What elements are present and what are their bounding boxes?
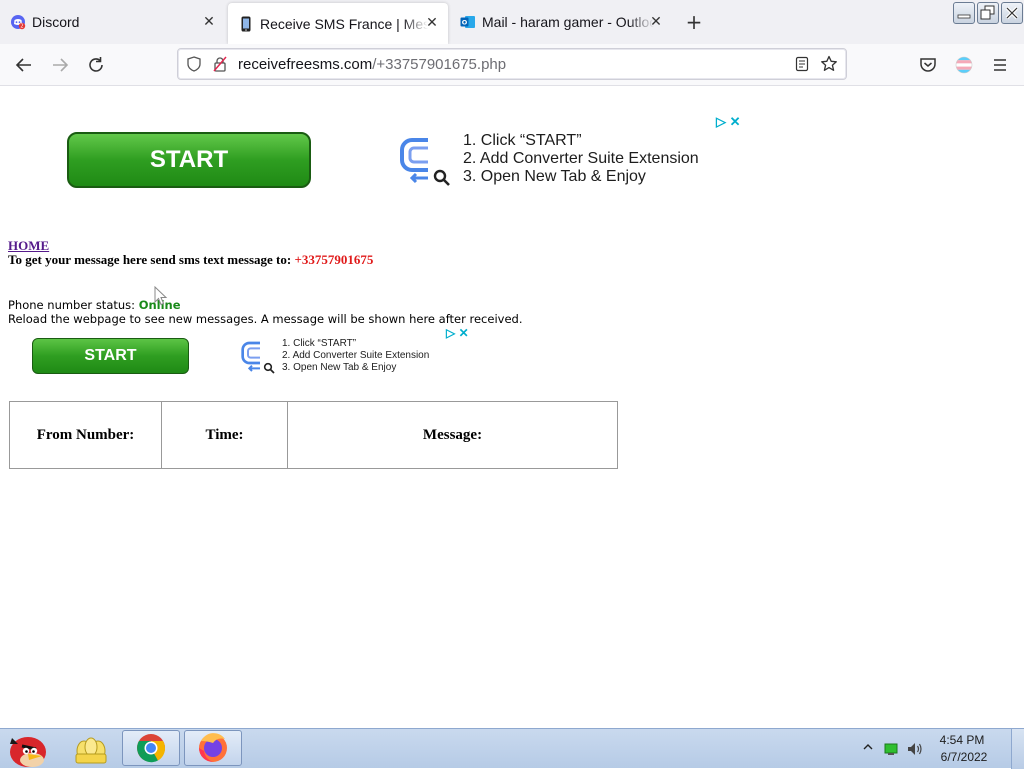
ad-choices[interactable]: ▷ ✕ <box>446 326 469 340</box>
ad-step: 1. Click “START” <box>282 338 357 349</box>
address-bar[interactable]: receivefreesms.com/+33757901675.php <box>177 48 847 80</box>
phone-number: +33757901675 <box>294 252 374 267</box>
outlook-icon: O <box>460 16 475 28</box>
start-button[interactable] <box>2 730 52 767</box>
ad-choices[interactable]: ▷ ✕ <box>716 114 741 130</box>
tracking-shield-icon[interactable] <box>186 56 202 72</box>
instruction-label: To get your message here send sms text m… <box>8 252 295 267</box>
ad-steps-list: 1. Click “START” 2. Add Converter Suite … <box>282 338 429 374</box>
web-page: START 1. Click “START” 2. Add Converter … <box>0 86 1024 728</box>
taskbar: 4:54 PM 6/7/2022 <box>0 728 1024 769</box>
ad-steps-list: 1. Click “START” 2. Add Converter Suite … <box>463 132 699 186</box>
tab-title: Receive SMS France | Message <box>260 15 428 32</box>
svg-text:2: 2 <box>20 24 23 30</box>
close-window-button[interactable] <box>1001 2 1023 24</box>
reload-icon <box>89 57 103 72</box>
discord-icon: 2 <box>11 15 26 30</box>
ad-step: 2. Add Converter Suite Extension <box>463 150 699 167</box>
tab-receive-sms[interactable]: Receive SMS France | Message ✕ <box>228 3 448 44</box>
clock-time[interactable]: 4:54 PM <box>932 733 992 747</box>
converter-suite-logo-icon <box>241 341 275 374</box>
forward-arrow-icon <box>53 58 69 72</box>
tab-strip: 2 Discord ✕ Receive SMS France | Message… <box>0 0 1024 44</box>
tab-outlook[interactable]: O Mail - haram gamer - Outlook ✕ <box>452 0 672 44</box>
insecure-lock-icon[interactable] <box>212 56 228 72</box>
instruction-text: To get your message here send sms text m… <box>8 252 373 268</box>
clock-date[interactable]: 6/7/2022 <box>932 750 996 764</box>
show-desktop-button[interactable] <box>1011 729 1024 769</box>
tab-discord[interactable]: 2 Discord ✕ <box>0 0 225 44</box>
ad-start-button[interactable]: START <box>32 338 189 374</box>
reload-hint: Reload the webpage to see new messages. … <box>8 312 523 326</box>
ad-step: 3. Open New Tab & Enjoy <box>463 168 646 185</box>
close-tab-icon[interactable]: ✕ <box>424 14 440 30</box>
angry-birds-icon <box>10 737 46 767</box>
mouse-cursor-icon <box>154 286 168 306</box>
ad-step: 2. Add Converter Suite Extension <box>282 350 430 361</box>
taskbar-firefox[interactable] <box>184 730 242 766</box>
adchoices-play-icon[interactable]: ▷ <box>446 326 455 340</box>
navigation-toolbar: receivefreesms.com/+33757901675.php <box>0 44 1024 86</box>
back-button[interactable] <box>13 54 35 76</box>
ad-close-icon[interactable]: ✕ <box>459 326 469 340</box>
show-hidden-icons-icon[interactable] <box>862 741 874 753</box>
url-domain: receivefreesms.com <box>238 56 373 73</box>
ad-close-icon[interactable]: ✕ <box>730 114 741 129</box>
tab-title: Discord <box>32 14 80 30</box>
chrome-icon <box>137 734 166 763</box>
back-arrow-icon <box>15 58 31 72</box>
menu-button[interactable] <box>989 54 1011 76</box>
new-tab-button[interactable]: + <box>684 12 704 32</box>
network-icon[interactable] <box>883 741 899 757</box>
ad-step: 3. Open New Tab & Enjoy <box>282 362 397 373</box>
close-tab-icon[interactable]: ✕ <box>201 13 217 29</box>
close-tab-icon[interactable]: ✕ <box>648 13 664 29</box>
bookmark-star-icon[interactable] <box>820 55 838 73</box>
converter-suite-logo-icon <box>400 138 450 186</box>
phone-icon <box>241 16 251 31</box>
window-controls <box>952 0 1024 28</box>
taskbar-chrome[interactable] <box>122 730 180 766</box>
folder-icon <box>75 737 107 764</box>
adchoices-play-icon[interactable]: ▷ <box>716 114 726 129</box>
minimize-button[interactable] <box>953 2 975 24</box>
table-header-row: From Number: Time: Message: <box>9 401 618 469</box>
pocket-icon <box>920 58 936 72</box>
column-header-time: Time: <box>161 401 288 469</box>
url-text[interactable]: receivefreesms.com/+33757901675.php <box>238 56 506 73</box>
tab-title: Mail - haram gamer - Outlook <box>482 14 654 30</box>
forward-button[interactable] <box>49 54 71 76</box>
messages-table: From Number: Time: Message: <box>9 401 618 469</box>
taskbar-explorer[interactable] <box>62 730 120 766</box>
status-label: Phone number status: <box>8 298 139 312</box>
volume-icon[interactable] <box>906 740 924 758</box>
restore-icon <box>980 5 995 20</box>
reader-view-icon[interactable] <box>794 56 810 72</box>
account-avatar-icon <box>955 56 973 74</box>
ad-step: 1. Click “START” <box>463 132 582 149</box>
firefox-icon <box>199 733 227 762</box>
column-header-message: Message: <box>287 401 618 469</box>
account-button[interactable] <box>953 54 975 76</box>
hamburger-menu-icon <box>994 59 1006 71</box>
restore-button[interactable] <box>977 2 999 24</box>
close-icon <box>1005 6 1019 20</box>
pocket-button[interactable] <box>917 54 939 76</box>
url-path: /+33757901675.php <box>372 56 507 73</box>
minimize-icon <box>957 14 971 19</box>
column-header-from: From Number: <box>9 401 162 469</box>
svg-text:O: O <box>462 19 468 27</box>
reload-button[interactable] <box>85 54 107 76</box>
ad-start-button[interactable]: START <box>67 132 311 188</box>
